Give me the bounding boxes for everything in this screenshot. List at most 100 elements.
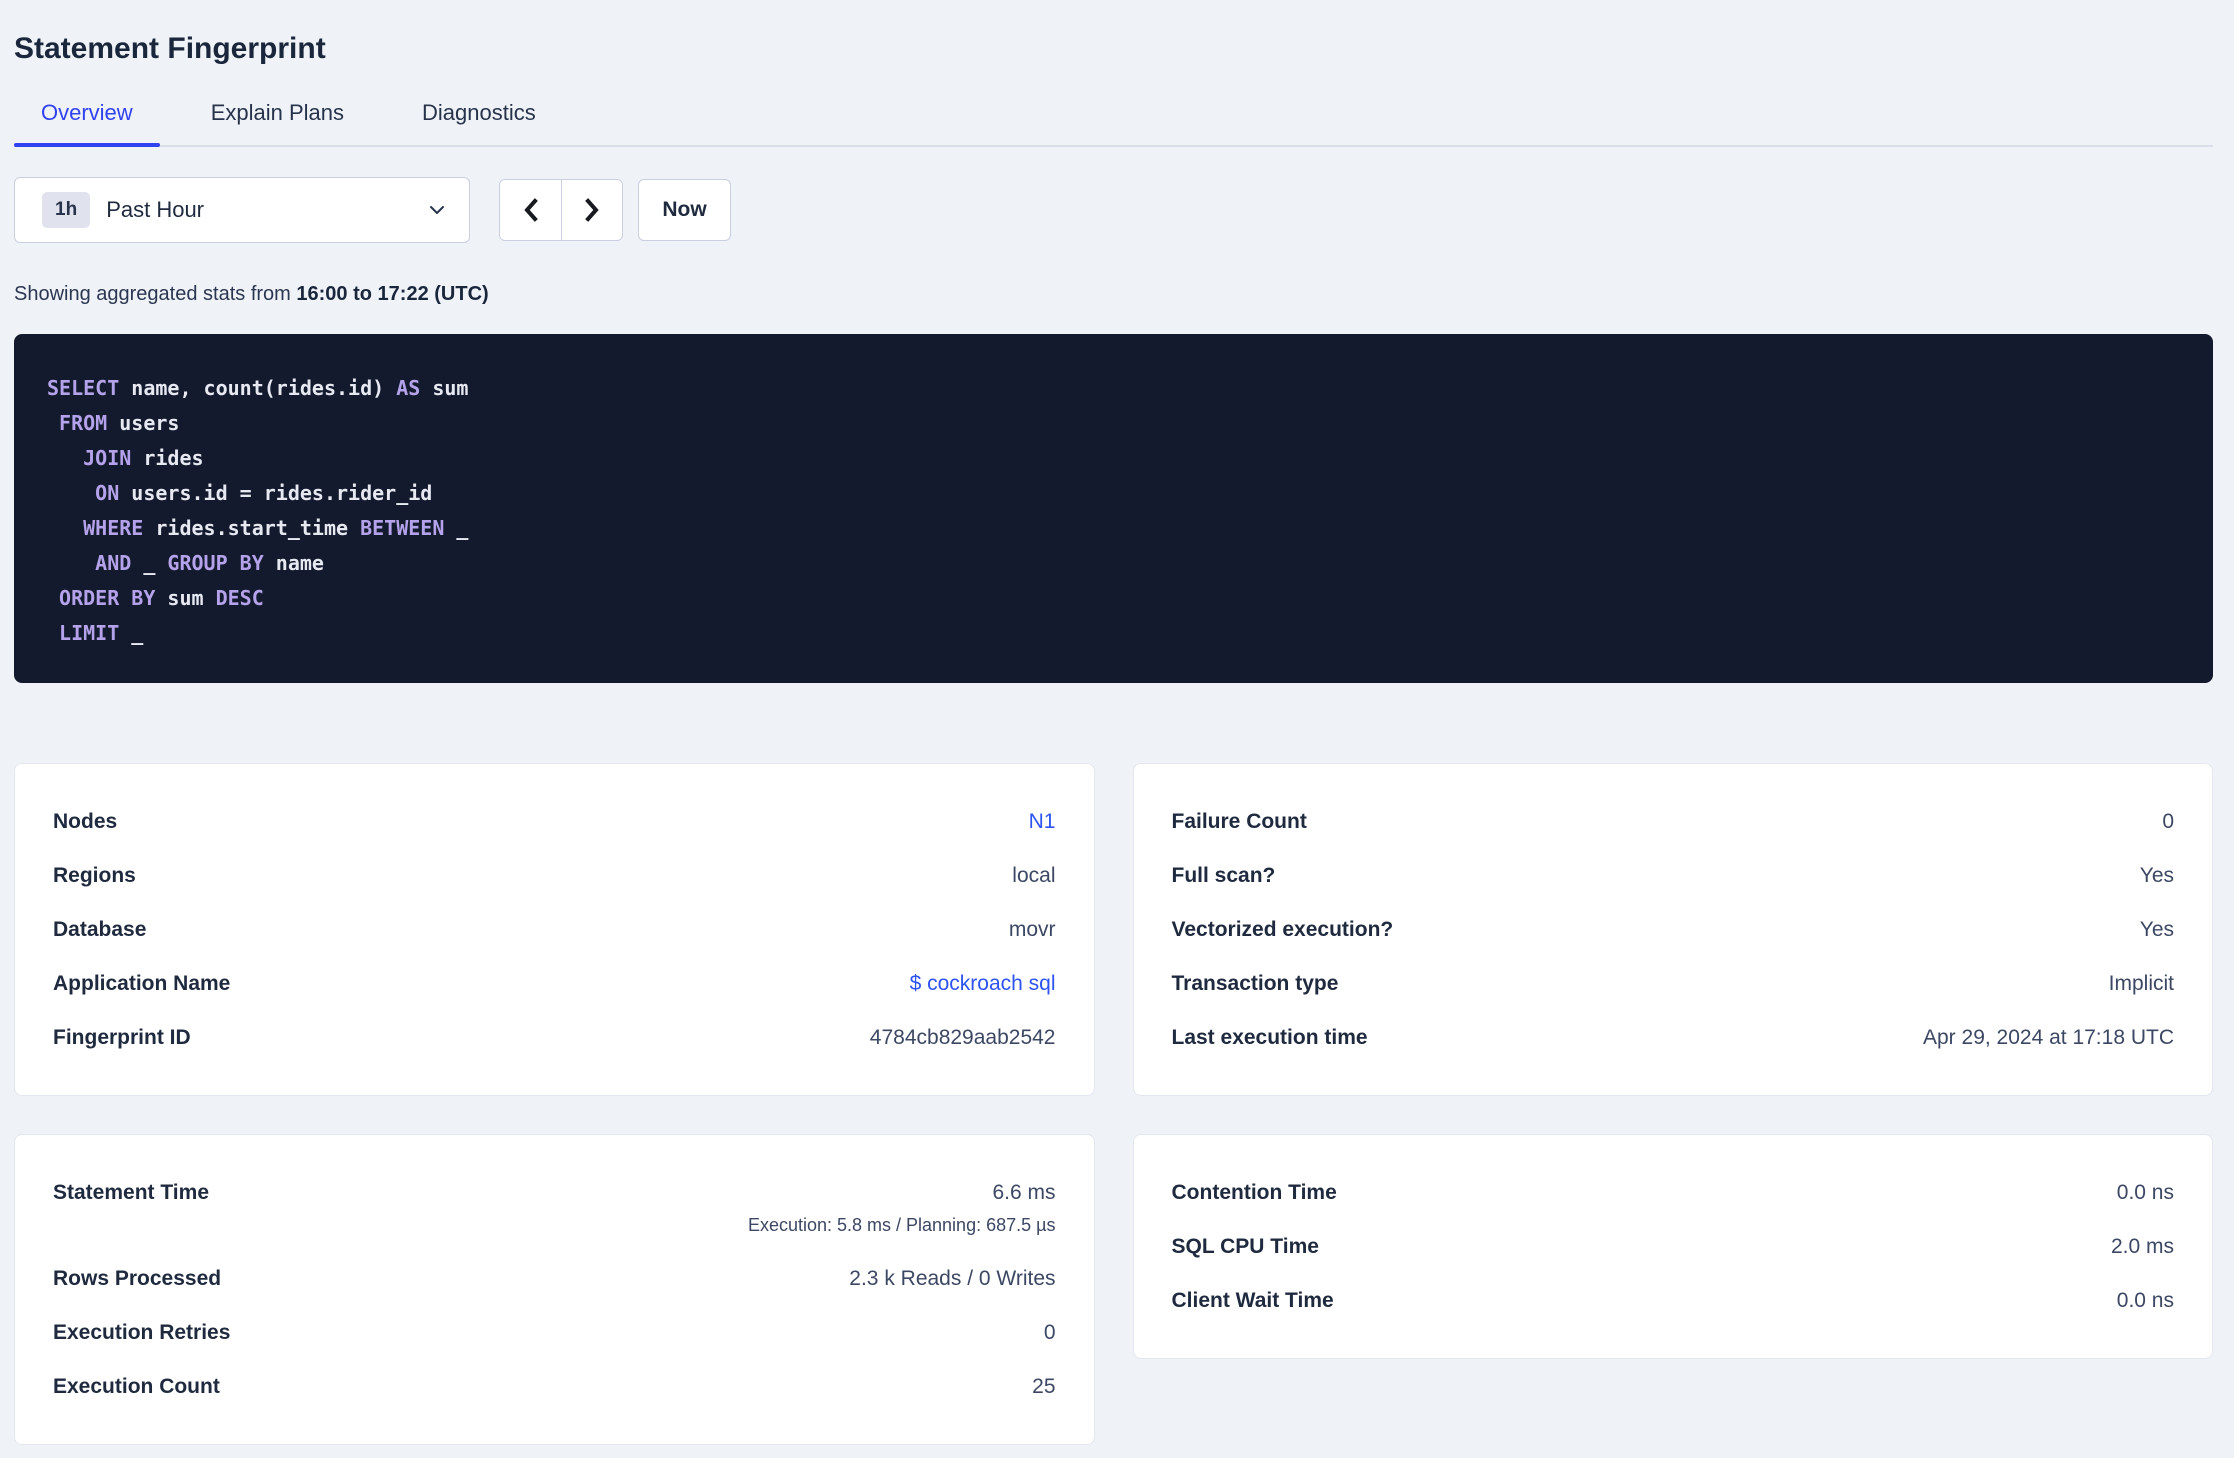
summary-row: Full scan? Yes (1172, 864, 2175, 888)
tab-diagnostics[interactable]: Diagnostics (395, 100, 563, 145)
row-subvalue: Execution: 5.8 ms / Planning: 687.5 µs (747, 1215, 1056, 1235)
sql-statement-box: SELECT name, count(rides.id) AS sum FROM… (14, 334, 2213, 683)
row-value: Yes (2139, 864, 2174, 887)
summary-row: Database movr (53, 918, 1056, 942)
row-value: 0 (1043, 1321, 1056, 1344)
next-time-button[interactable] (561, 180, 622, 240)
row-label: Statement Time (53, 1181, 209, 1204)
time-range-badge: 1h (42, 192, 91, 228)
statement-fingerprint-page: Statement Fingerprint Overview Explain P… (0, 0, 2234, 1445)
page-title: Statement Fingerprint (14, 32, 326, 65)
row-label: SQL CPU Time (1171, 1235, 1319, 1258)
row-label: Application Name (53, 972, 231, 995)
sql-code-line: JOIN rides (47, 441, 2183, 476)
row-label: Failure Count (1171, 810, 1307, 833)
sql-text: users.id = rides.rider_id (119, 481, 433, 505)
summary-row: SQL CPU Time 2.0 ms (1172, 1235, 2175, 1259)
summary-row: Fingerprint ID 4784cb829aab2542 (53, 1026, 1056, 1050)
row-label: Database (53, 918, 147, 941)
row-label: Full scan? (1171, 864, 1276, 887)
statement-stats-card: Statement Time 6.6 ms Execution: 5.8 ms / … (14, 1134, 1095, 1445)
sql-keyword: ON (95, 481, 120, 505)
sql-keyword: GROUP BY (167, 551, 264, 575)
previous-time-button[interactable] (500, 180, 561, 240)
row-value: 2.3 k Reads / 0 Writes (849, 1267, 1056, 1290)
row-value: 4784cb829aab2542 (869, 1026, 1056, 1049)
stats-caption-range: 16:00 to 17:22 (UTC) (296, 283, 489, 305)
row-value: movr (1008, 918, 1056, 941)
sql-keyword: JOIN (83, 446, 132, 470)
chevron-right-icon (585, 198, 599, 222)
row-label: Nodes (53, 810, 118, 833)
row-label: Rows Processed (53, 1267, 222, 1290)
sql-code-line: FROM users (47, 406, 2183, 441)
tab-overview[interactable]: Overview (14, 100, 160, 147)
summary-row: Last execution time Apr 29, 2024 at 17:18… (1172, 1026, 2175, 1050)
row-label: Execution Count (53, 1375, 220, 1398)
time-picker-toolbar: 1h Past Hour Now (14, 177, 2213, 243)
sql-text: name (263, 551, 324, 575)
time-range-label: Past Hour (106, 197, 205, 222)
summary-row: Regions local (53, 864, 1056, 888)
summary-row: Rows Processed 2.3 k Reads / 0 Writes (53, 1267, 1056, 1291)
row-value-link[interactable]: $ cockroach sql (910, 972, 1056, 996)
summary-row: Execution Retries 0 (53, 1321, 1056, 1345)
summary-row: Contention Time 0.0 ns (1172, 1181, 2175, 1205)
summary-row: Failure Count 0 (1172, 810, 2175, 834)
row-value: 2.0 ms (2110, 1235, 2174, 1258)
sql-code-line: WHERE rides.start_time BETWEEN _ (47, 511, 2183, 546)
row-value: Implicit (2108, 972, 2174, 995)
row-value: 0.0 ns (2116, 1289, 2174, 1312)
tab-explain-plans[interactable]: Explain Plans (184, 100, 371, 145)
summary-row: Execution Count 25 (53, 1375, 1056, 1399)
left-column: Nodes N1 Regions local Database movr Applicati… (14, 763, 1095, 1445)
row-label: Regions (53, 864, 136, 887)
sql-keyword: BETWEEN (360, 516, 445, 540)
row-value: 25 (1032, 1375, 1056, 1398)
sql-code-line: AND _ GROUP BY name (47, 546, 2183, 581)
row-label: Fingerprint ID (53, 1026, 191, 1049)
row-value: 0.0 ns (2116, 1181, 2174, 1204)
sql-text: _ (119, 621, 144, 645)
sql-text: name, count(rides.id) (119, 376, 397, 400)
row-label: Execution Retries (53, 1321, 231, 1344)
now-button[interactable]: Now (638, 179, 731, 241)
row-value-link[interactable]: N1 (1029, 810, 1056, 834)
row-value: 6.6 ms Execution: 5.8 ms / Planning: 687.… (747, 1181, 1056, 1235)
sql-keyword: SELECT (47, 376, 120, 400)
stats-caption-prefix: Showing aggregated stats from (14, 283, 297, 305)
time-nav-group (499, 179, 623, 241)
statement-details-card: Nodes N1 Regions local Database movr Applicati… (14, 763, 1095, 1096)
row-value: Apr 29, 2024 at 17:18 UTC (1923, 1026, 2174, 1049)
sql-code-line: ORDER BY sum DESC (47, 581, 2183, 616)
sql-code-line: LIMIT _ (47, 616, 2183, 651)
sql-keyword: LIMIT (59, 621, 120, 645)
sql-text: sum (420, 376, 469, 400)
summary-cards: Nodes N1 Regions local Database movr Applicati… (14, 763, 2213, 1445)
chevron-left-icon (523, 198, 538, 222)
time-range-dropdown[interactable]: 1h Past Hour (14, 177, 470, 243)
chevron-down-icon (430, 206, 444, 214)
summary-row: Statement Time 6.6 ms Execution: 5.8 ms / … (53, 1181, 1056, 1237)
sql-text: users (107, 411, 180, 435)
row-label: Client Wait Time (1171, 1289, 1334, 1312)
sql-text: _ (444, 516, 469, 540)
sql-text: sum (155, 586, 216, 610)
row-value: local (1012, 864, 1056, 887)
sql-code-line: SELECT name, count(rides.id) AS sum (47, 371, 2183, 406)
time-stats-card: Contention Time 0.0 ns SQL CPU Time 2.0 ms C… (1132, 1134, 2213, 1359)
right-column: Failure Count 0 Full scan? Yes Vectorized ex… (1132, 763, 2213, 1445)
sql-text: _ (131, 551, 168, 575)
row-label: Transaction type (1171, 972, 1339, 995)
sql-keyword: AND (95, 551, 132, 575)
row-label: Contention Time (1171, 1181, 1337, 1204)
sql-code-line: ON users.id = rides.rider_id (47, 476, 2183, 511)
row-value: Yes (2139, 918, 2174, 941)
summary-row: Nodes N1 (53, 810, 1056, 834)
